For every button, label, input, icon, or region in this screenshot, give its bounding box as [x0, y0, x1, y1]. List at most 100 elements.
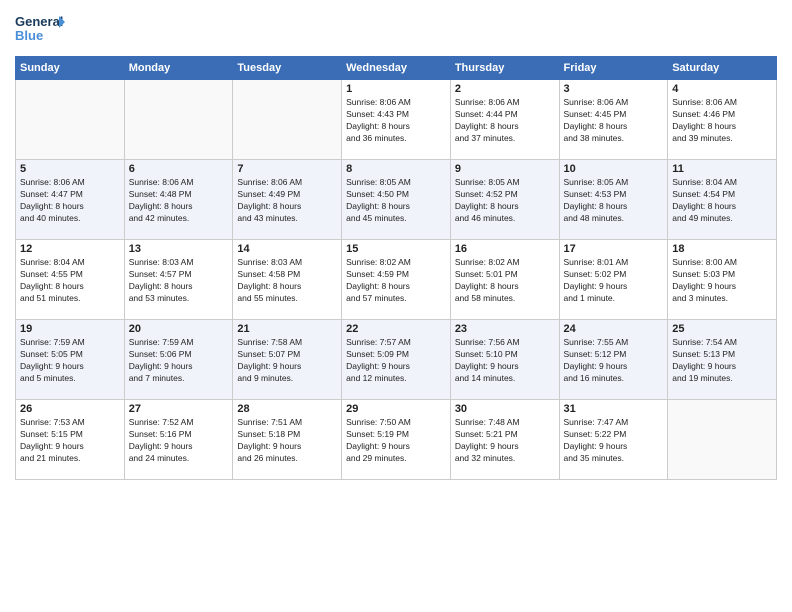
day-number: 9: [455, 163, 555, 175]
day-info: Sunrise: 8:00 AM Sunset: 5:03 PM Dayligh…: [672, 257, 772, 305]
day-number: 14: [237, 243, 337, 255]
logo-svg: General Blue: [15, 10, 65, 48]
calendar-cell: 14 Sunrise: 8:03 AM Sunset: 4:58 PM Dayli…: [233, 240, 342, 320]
calendar-cell: 9 Sunrise: 8:05 AM Sunset: 4:52 PM Daylig…: [450, 160, 559, 240]
day-info: Sunrise: 8:05 AM Sunset: 4:52 PM Dayligh…: [455, 177, 555, 225]
calendar-cell: 21Sunrise: 7:58 AM Sunset: 5:07 PM Dayli…: [233, 320, 342, 400]
calendar-cell: [668, 400, 777, 480]
day-number: 8: [346, 163, 446, 175]
calendar-cell: 6Sunrise: 8:06 AM Sunset: 4:48 PM Daylig…: [124, 160, 233, 240]
calendar-week-row: 26Sunrise: 7:53 AM Sunset: 5:15 PM Dayli…: [16, 400, 777, 480]
day-number: 19: [20, 323, 120, 335]
day-info: Sunrise: 7:57 AM Sunset: 5:09 PM Dayligh…: [346, 337, 446, 385]
day-number: 11: [672, 163, 772, 175]
calendar-cell: 10Sunrise: 8:05 AM Sunset: 4:53 PM Dayli…: [559, 160, 668, 240]
day-number: 17: [564, 243, 664, 255]
day-number: 22: [346, 323, 446, 335]
calendar-cell: 11 Sunrise: 8:04 AM Sunset: 4:54 PM Dayli…: [668, 160, 777, 240]
day-info: Sunrise: 7:59 AM Sunset: 5:06 PM Dayligh…: [129, 337, 229, 385]
day-info: Sunrise: 7:59 AM Sunset: 5:05 PM Dayligh…: [20, 337, 120, 385]
day-number: 24: [564, 323, 664, 335]
day-info: Sunrise: 7:54 AM Sunset: 5:13 PM Dayligh…: [672, 337, 772, 385]
weekday-header-sunday: Sunday: [16, 57, 125, 80]
svg-text:Blue: Blue: [15, 28, 43, 43]
day-info: Sunrise: 8:05 AM Sunset: 4:50 PM Dayligh…: [346, 177, 446, 225]
weekday-header-monday: Monday: [124, 57, 233, 80]
calendar-cell: 19 Sunrise: 7:59 AM Sunset: 5:05 PM Dayli…: [16, 320, 125, 400]
page: General Blue SundayMondayTuesdayWednesda…: [0, 0, 792, 612]
day-number: 20: [129, 323, 229, 335]
calendar-cell: 20 Sunrise: 7:59 AM Sunset: 5:06 PM Dayli…: [124, 320, 233, 400]
calendar-cell: 1 Sunrise: 8:06 AM Sunset: 4:43 PM Daylig…: [342, 80, 451, 160]
day-info: Sunrise: 8:03 AM Sunset: 4:58 PM Dayligh…: [237, 257, 337, 305]
calendar-cell: 27Sunrise: 7:52 AM Sunset: 5:16 PM Dayli…: [124, 400, 233, 480]
calendar-cell: [124, 80, 233, 160]
calendar-cell: 18 Sunrise: 8:00 AM Sunset: 5:03 PM Dayli…: [668, 240, 777, 320]
day-info: Sunrise: 8:06 AM Sunset: 4:49 PM Dayligh…: [237, 177, 337, 225]
day-info: Sunrise: 7:58 AM Sunset: 5:07 PM Dayligh…: [237, 337, 337, 385]
calendar-cell: 3Sunrise: 8:06 AM Sunset: 4:45 PM Daylig…: [559, 80, 668, 160]
weekday-header-saturday: Saturday: [668, 57, 777, 80]
day-info: Sunrise: 7:52 AM Sunset: 5:16 PM Dayligh…: [129, 417, 229, 465]
calendar-cell: 28Sunrise: 7:51 AM Sunset: 5:18 PM Dayli…: [233, 400, 342, 480]
calendar-cell: [233, 80, 342, 160]
day-number: 18: [672, 243, 772, 255]
day-info: Sunrise: 8:02 AM Sunset: 4:59 PM Dayligh…: [346, 257, 446, 305]
day-info: Sunrise: 7:53 AM Sunset: 5:15 PM Dayligh…: [20, 417, 120, 465]
calendar-cell: 16Sunrise: 8:02 AM Sunset: 5:01 PM Dayli…: [450, 240, 559, 320]
day-number: 1: [346, 83, 446, 95]
calendar-cell: 23 Sunrise: 7:56 AM Sunset: 5:10 PM Dayli…: [450, 320, 559, 400]
day-info: Sunrise: 7:50 AM Sunset: 5:19 PM Dayligh…: [346, 417, 446, 465]
day-number: 7: [237, 163, 337, 175]
day-number: 31: [564, 403, 664, 415]
logo: General Blue: [15, 10, 65, 48]
calendar-table: SundayMondayTuesdayWednesdayThursdayFrid…: [15, 56, 777, 480]
weekday-header-tuesday: Tuesday: [233, 57, 342, 80]
day-info: Sunrise: 7:55 AM Sunset: 5:12 PM Dayligh…: [564, 337, 664, 385]
day-info: Sunrise: 8:06 AM Sunset: 4:46 PM Dayligh…: [672, 97, 772, 145]
day-number: 23: [455, 323, 555, 335]
svg-text:General: General: [15, 14, 63, 29]
calendar-cell: 22 Sunrise: 7:57 AM Sunset: 5:09 PM Dayli…: [342, 320, 451, 400]
calendar-cell: 13 Sunrise: 8:03 AM Sunset: 4:57 PM Dayli…: [124, 240, 233, 320]
calendar-cell: 17 Sunrise: 8:01 AM Sunset: 5:02 PM Dayli…: [559, 240, 668, 320]
day-number: 15: [346, 243, 446, 255]
calendar-cell: 26Sunrise: 7:53 AM Sunset: 5:15 PM Dayli…: [16, 400, 125, 480]
day-number: 3: [564, 83, 664, 95]
calendar-week-row: 12Sunrise: 8:04 AM Sunset: 4:55 PM Dayli…: [16, 240, 777, 320]
day-info: Sunrise: 8:06 AM Sunset: 4:43 PM Dayligh…: [346, 97, 446, 145]
calendar-cell: 2 Sunrise: 8:06 AM Sunset: 4:44 PM Daylig…: [450, 80, 559, 160]
calendar-cell: [16, 80, 125, 160]
weekday-header-row: SundayMondayTuesdayWednesdayThursdayFrid…: [16, 57, 777, 80]
day-number: 2: [455, 83, 555, 95]
day-info: Sunrise: 8:04 AM Sunset: 4:54 PM Dayligh…: [672, 177, 772, 225]
calendar-cell: 31Sunrise: 7:47 AM Sunset: 5:22 PM Dayli…: [559, 400, 668, 480]
day-number: 13: [129, 243, 229, 255]
calendar-cell: 12Sunrise: 8:04 AM Sunset: 4:55 PM Dayli…: [16, 240, 125, 320]
weekday-header-thursday: Thursday: [450, 57, 559, 80]
day-info: Sunrise: 8:06 AM Sunset: 4:47 PM Dayligh…: [20, 177, 120, 225]
calendar-cell: 30Sunrise: 7:48 AM Sunset: 5:21 PM Dayli…: [450, 400, 559, 480]
calendar-cell: 25Sunrise: 7:54 AM Sunset: 5:13 PM Dayli…: [668, 320, 777, 400]
day-info: Sunrise: 8:06 AM Sunset: 4:44 PM Dayligh…: [455, 97, 555, 145]
weekday-header-friday: Friday: [559, 57, 668, 80]
day-info: Sunrise: 7:56 AM Sunset: 5:10 PM Dayligh…: [455, 337, 555, 385]
calendar-week-row: 5Sunrise: 8:06 AM Sunset: 4:47 PM Daylig…: [16, 160, 777, 240]
day-number: 29: [346, 403, 446, 415]
day-info: Sunrise: 8:06 AM Sunset: 4:48 PM Dayligh…: [129, 177, 229, 225]
day-number: 10: [564, 163, 664, 175]
day-info: Sunrise: 8:02 AM Sunset: 5:01 PM Dayligh…: [455, 257, 555, 305]
calendar-cell: 7 Sunrise: 8:06 AM Sunset: 4:49 PM Daylig…: [233, 160, 342, 240]
calendar-cell: 5Sunrise: 8:06 AM Sunset: 4:47 PM Daylig…: [16, 160, 125, 240]
day-number: 30: [455, 403, 555, 415]
day-info: Sunrise: 8:01 AM Sunset: 5:02 PM Dayligh…: [564, 257, 664, 305]
day-number: 4: [672, 83, 772, 95]
calendar-cell: 4 Sunrise: 8:06 AM Sunset: 4:46 PM Daylig…: [668, 80, 777, 160]
header: General Blue: [15, 10, 777, 48]
calendar-week-row: 19 Sunrise: 7:59 AM Sunset: 5:05 PM Dayli…: [16, 320, 777, 400]
weekday-header-wednesday: Wednesday: [342, 57, 451, 80]
calendar-cell: 24 Sunrise: 7:55 AM Sunset: 5:12 PM Dayli…: [559, 320, 668, 400]
day-info: Sunrise: 8:04 AM Sunset: 4:55 PM Dayligh…: [20, 257, 120, 305]
day-info: Sunrise: 8:03 AM Sunset: 4:57 PM Dayligh…: [129, 257, 229, 305]
calendar-cell: 15 Sunrise: 8:02 AM Sunset: 4:59 PM Dayli…: [342, 240, 451, 320]
